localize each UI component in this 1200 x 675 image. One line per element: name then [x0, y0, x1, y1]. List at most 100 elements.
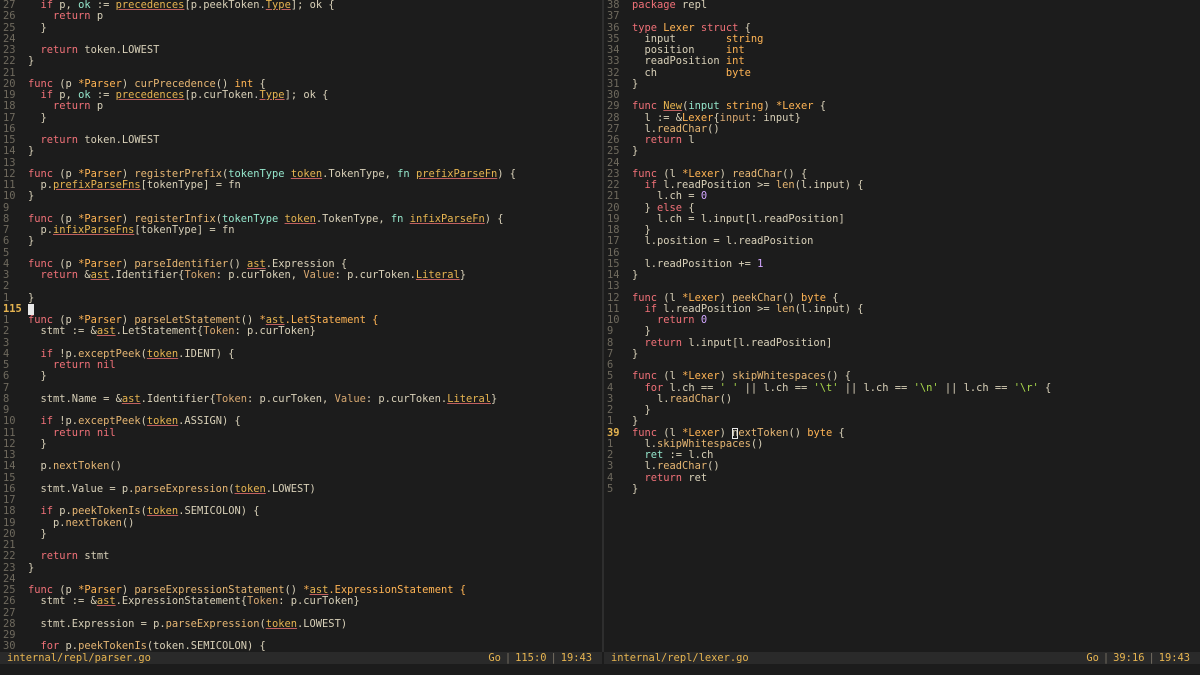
- code-token: p: [90, 100, 104, 113]
- code-line[interactable]: 6 }: [0, 370, 602, 383]
- code-token: (p: [53, 167, 79, 180]
- code-line[interactable]: 16 stmt.Value = p.parseExpression(token.…: [0, 483, 602, 495]
- code-token: l: [682, 134, 695, 146]
- code-line[interactable]: 17 }: [0, 111, 602, 124]
- code-line[interactable]: 12 }: [0, 438, 602, 450]
- line-text: p.infixParseFns[tokenType] = fn: [25, 224, 235, 236]
- code-line[interactable]: 14}: [0, 145, 602, 158]
- code-line[interactable]: 25 }: [0, 22, 602, 34]
- code-token: }: [28, 111, 47, 124]
- left-editor-pane[interactable]: 27 if p, ok := precedences[p.peekToken.T…: [0, 0, 602, 675]
- code-line[interactable]: 22}: [0, 55, 602, 67]
- command-line[interactable]: [0, 664, 1200, 675]
- code-token: p.: [28, 460, 54, 473]
- code-line[interactable]: 26 stmt := &ast.ExpressionStatement{Toke…: [0, 595, 602, 607]
- code-line[interactable]: 20 }: [0, 527, 602, 540]
- code-token: ]; ok {: [290, 0, 335, 11]
- code-token: *Lexer: [682, 370, 720, 383]
- code-line[interactable]: 2 }: [604, 404, 1200, 416]
- code-token: ): [121, 257, 135, 270]
- line-text: }: [25, 191, 34, 202]
- code-line[interactable]: 11 p.prefixParseFns[tokenType] = fn: [0, 179, 602, 191]
- code-line[interactable]: 25}: [604, 145, 1200, 157]
- code-token: !p.: [53, 415, 79, 428]
- code-token: type: [632, 21, 658, 34]
- line-number: 17: [607, 235, 620, 248]
- code-line[interactable]: 30 for p.peekTokenIs(token.SEMICOLON) {: [0, 640, 602, 652]
- line-number: 14: [3, 145, 16, 158]
- code-line[interactable]: 10 return 0: [604, 314, 1200, 326]
- code-token: }: [28, 527, 47, 540]
- left-code-area[interactable]: 27 if p, ok := precedences[p.peekToken.T…: [0, 0, 602, 652]
- code-token: infixParseFns: [53, 224, 135, 236]
- code-line[interactable]: 4 return ret: [604, 472, 1200, 484]
- line-number: 5: [607, 370, 614, 383]
- code-token: token: [290, 167, 323, 180]
- code-token: stmt.Expression = p.: [28, 617, 166, 630]
- code-token: *Parser: [78, 212, 122, 225]
- code-token: }: [632, 77, 639, 90]
- code-token: int: [725, 55, 745, 68]
- code-token: parseExpression: [165, 617, 260, 630]
- code-line[interactable]: 31}: [604, 77, 1200, 90]
- code-token: .Identifier{: [109, 269, 185, 281]
- code-line[interactable]: 7 p.infixParseFns[tokenType] = fn: [0, 224, 602, 236]
- code-line[interactable]: 28 stmt.Expression = p.parseExpression(t…: [0, 617, 602, 630]
- code-line[interactable]: 8 stmt.Name = &ast.Identifier{Token: p.c…: [0, 392, 602, 405]
- line-text: return &ast.Identifier{Token: p.curToken…: [25, 269, 466, 281]
- code-token: .ASSIGN) {: [178, 415, 241, 428]
- code-line[interactable]: 26 return p: [0, 10, 602, 22]
- code-line[interactable]: 38 package repl: [604, 0, 1200, 11]
- code-token: stmt := &: [28, 325, 97, 338]
- code-line[interactable]: 15 l.readPosition += 1: [604, 258, 1200, 270]
- code-token: }: [28, 370, 47, 383]
- code-line[interactable]: 15 return token.LOWEST: [0, 134, 602, 146]
- code-line[interactable]: 23}: [0, 562, 602, 574]
- code-line[interactable]: 19 l.ch = l.input[l.readPosition]: [604, 213, 1200, 225]
- code-line[interactable]: 6}: [0, 235, 602, 248]
- code-token: func: [632, 370, 658, 383]
- code-line[interactable]: 22 return stmt: [0, 550, 602, 562]
- code-line[interactable]: 5 return nil: [0, 359, 602, 371]
- code-line[interactable]: 23 return token.LOWEST: [0, 44, 602, 56]
- line-number: 6: [3, 370, 10, 383]
- code-token: ): [719, 167, 733, 180]
- code-line[interactable]: 1}: [0, 292, 602, 304]
- code-line[interactable]: 8 return l.input[l.readPosition]: [604, 337, 1200, 349]
- code-line[interactable]: 2 stmt := &ast.LetStatement{Token: p.cur…: [0, 325, 602, 338]
- right-code-area[interactable]: 38 package repl 37 36 type Lexer struct {35 …: [604, 0, 1200, 652]
- right-editor-pane[interactable]: 38 package repl 37 36 type Lexer struct {35 …: [604, 0, 1200, 675]
- code-line[interactable]: 19 p.nextToken(): [0, 516, 602, 529]
- code-line[interactable]: 17 l.position = l.readPosition: [604, 235, 1200, 248]
- code-token: () {: [825, 370, 851, 383]
- code-line[interactable]: 2: [0, 280, 602, 292]
- code-token: position: [632, 44, 726, 56]
- code-token: {: [738, 21, 751, 34]
- code-token: (l.input) {: [794, 302, 864, 315]
- code-line[interactable]: 11 return nil: [0, 427, 602, 439]
- code-token: exceptPeek: [78, 415, 141, 428]
- code-line[interactable]: 14}: [604, 269, 1200, 281]
- code-line[interactable]: 26 return l: [604, 134, 1200, 146]
- code-token: ) {: [484, 212, 504, 225]
- code-token: return: [40, 134, 79, 146]
- code-token: p.: [28, 516, 66, 529]
- code-line[interactable]: 3 return &ast.Identifier{Token: p.curTok…: [0, 269, 602, 281]
- code-token: *Parser: [78, 77, 122, 90]
- code-line[interactable]: 7}: [604, 348, 1200, 360]
- code-token: (): [240, 314, 260, 326]
- line-number: 6: [3, 235, 10, 248]
- code-token: : p.curToken,: [246, 392, 335, 405]
- code-line[interactable]: 14 p.nextToken(): [0, 460, 602, 473]
- code-line[interactable]: 18 return p: [0, 100, 602, 113]
- code-line[interactable]: 32 ch byte: [604, 67, 1200, 79]
- code-token: readChar: [669, 392, 720, 405]
- code-line[interactable]: 3 l.readChar(): [604, 392, 1200, 405]
- code-line[interactable]: 5}: [604, 483, 1200, 495]
- code-line[interactable]: 10}: [0, 190, 602, 202]
- code-token: Token: [184, 269, 216, 281]
